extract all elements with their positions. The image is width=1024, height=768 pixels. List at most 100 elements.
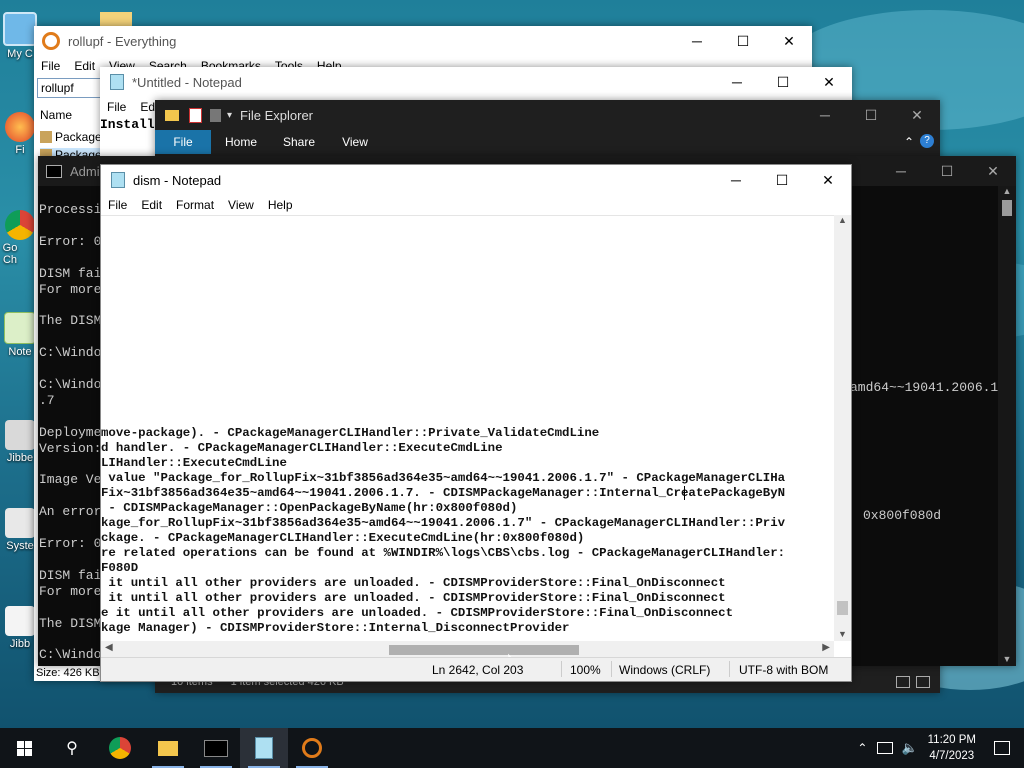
minimize-button[interactable]: ─ <box>713 165 759 195</box>
close-button[interactable]: ✕ <box>766 26 812 56</box>
notepad-statusbar: Ln 2642, Col 203 100% Windows (CRLF) UTF… <box>101 657 851 681</box>
close-button[interactable]: ✕ <box>806 67 852 97</box>
untitled-notepad-titlebar[interactable]: *Untitled - Notepad ─ ☐ ✕ <box>100 67 852 97</box>
maximize-button[interactable]: ☐ <box>924 156 970 186</box>
minimize-button[interactable]: ─ <box>674 26 720 56</box>
start-button[interactable] <box>0 728 48 768</box>
file-explorer-titlebar[interactable]: ▾ File Explorer ─ ☐ ✕ <box>155 100 940 130</box>
details-view-icon[interactable] <box>896 676 910 688</box>
maximize-button[interactable]: ☐ <box>759 165 805 195</box>
taskbar-file-explorer[interactable] <box>144 728 192 768</box>
minimize-button[interactable]: ─ <box>878 156 924 186</box>
console-line: The DISM <box>39 313 102 329</box>
desktop-icon-label: Go Ch <box>2 242 18 266</box>
dism-notepad-window[interactable]: dism - Notepad ─ ☐ ✕ File Edit Format Vi… <box>100 164 852 682</box>
search-button[interactable]: ⚲ <box>48 728 96 768</box>
menu-file[interactable]: File <box>100 100 133 114</box>
minimize-button[interactable]: ─ <box>802 100 848 130</box>
scroll-up-arrow[interactable]: ▲ <box>834 215 851 225</box>
network-icon[interactable] <box>877 742 894 754</box>
maximize-button[interactable]: ☐ <box>720 26 766 56</box>
properties-icon[interactable] <box>189 107 202 123</box>
menu-view[interactable]: View <box>221 198 261 212</box>
clock[interactable]: 11:20 PM 4/7/2023 <box>928 732 976 764</box>
menu-format[interactable]: Format <box>169 198 221 212</box>
text-area[interactable]: Install <box>100 117 155 132</box>
search-input[interactable]: rollupf <box>37 78 102 98</box>
help-icon[interactable]: ? <box>920 134 934 148</box>
desktop-icon-label: My C <box>7 48 33 60</box>
ribbon-tabs: File Home Share View ⌃ ? <box>155 130 940 154</box>
tab-file[interactable]: File <box>155 130 211 154</box>
taskbar-everything[interactable] <box>288 728 336 768</box>
close-button[interactable]: ✕ <box>805 165 851 195</box>
vertical-scrollbar[interactable]: ▲ ▼ <box>834 215 851 641</box>
chevron-up-icon[interactable]: ⌃ <box>904 130 914 154</box>
dism-notepad-titlebar[interactable]: dism - Notepad ─ ☐ ✕ <box>101 165 851 195</box>
vertical-scrollbar[interactable]: ▲ ▼ <box>998 186 1016 666</box>
folder-icon <box>165 109 179 121</box>
maximize-button[interactable]: ☐ <box>848 100 894 130</box>
tab-share[interactable]: Share <box>271 130 327 154</box>
taskbar-notepad[interactable] <box>240 728 288 768</box>
status-divider <box>611 661 612 677</box>
taskbar-command-prompt[interactable] <box>192 728 240 768</box>
menu-edit[interactable]: Edit <box>67 59 102 73</box>
menu-help[interactable]: Help <box>261 198 300 212</box>
chevron-up-icon[interactable]: ⌃ <box>857 741 867 755</box>
log-line: it until all other providers are unloade… <box>101 591 726 605</box>
dism-notepad-menubar: File Edit Format View Help <box>101 195 851 215</box>
minimize-button[interactable]: ─ <box>714 67 760 97</box>
desktop-icon-label: Note <box>8 346 32 358</box>
scroll-thumb[interactable] <box>837 601 848 615</box>
close-button[interactable]: ✕ <box>970 156 1016 186</box>
list-item[interactable]: Package <box>40 130 102 144</box>
scroll-left-arrow[interactable]: ◀ <box>105 642 113 653</box>
notification-icon[interactable] <box>994 741 1010 755</box>
status-divider <box>561 661 562 677</box>
large-icons-view-icon[interactable] <box>916 676 930 688</box>
console-output[interactable]: Processi Error: 0 DISM fai For more The D… <box>39 202 101 663</box>
log-line: re related operations can be found at %W… <box>101 546 786 560</box>
scroll-thumb[interactable] <box>1002 200 1012 216</box>
text-caret <box>684 486 685 500</box>
notepad-icon <box>111 172 125 188</box>
console-line: Processi <box>39 202 102 217</box>
log-line: kage Manager) - CDISMProviderStore::Inte… <box>101 621 570 635</box>
firefox-icon <box>5 112 35 142</box>
maximize-button[interactable]: ☐ <box>760 67 806 97</box>
tab-home[interactable]: Home <box>211 130 271 154</box>
tab-view[interactable]: View <box>327 130 383 154</box>
log-line: it until all other providers are unloade… <box>101 576 726 590</box>
console-line: DISM fai <box>39 265 102 281</box>
console-text: 0x800f080d <box>863 508 942 523</box>
chevron-down-icon[interactable]: ▾ <box>227 110 232 121</box>
log-line: - CDISMPackageManager::OpenPackageByName… <box>101 501 518 515</box>
volume-icon[interactable]: 🔈 <box>901 740 917 756</box>
console-line: Image Ve <box>39 472 102 488</box>
scroll-down-arrow[interactable]: ▼ <box>834 629 851 639</box>
everything-titlebar[interactable]: rollupf - Everything ─ ☐ ✕ <box>34 26 812 56</box>
scroll-right-arrow[interactable]: ▶ <box>822 642 830 653</box>
menu-edit[interactable]: Edit <box>134 198 169 212</box>
console-line: .7 <box>39 392 55 408</box>
scroll-thumb[interactable] <box>389 645 579 655</box>
text-editor[interactable]: move-package). - CPackageManagerCLIHandl… <box>101 215 834 642</box>
close-button[interactable]: ✕ <box>894 100 940 130</box>
menu-file[interactable]: File <box>34 59 67 73</box>
horizontal-scrollbar[interactable]: ◀ ▶ <box>101 641 834 658</box>
new-folder-icon[interactable] <box>210 108 221 122</box>
scroll-up-arrow[interactable]: ▲ <box>998 186 1016 196</box>
desktop-icon-label: Jibb <box>9 638 31 650</box>
log-line: F080D <box>101 561 139 575</box>
column-header-name[interactable]: Name <box>40 108 72 122</box>
chrome-icon <box>5 210 35 240</box>
window-title: File Explorer <box>240 107 313 123</box>
scroll-down-arrow[interactable]: ▼ <box>998 654 1016 664</box>
desktop-icon-label: Fi <box>15 144 25 156</box>
taskbar-chrome[interactable] <box>96 728 144 768</box>
menu-file[interactable]: File <box>101 198 134 212</box>
